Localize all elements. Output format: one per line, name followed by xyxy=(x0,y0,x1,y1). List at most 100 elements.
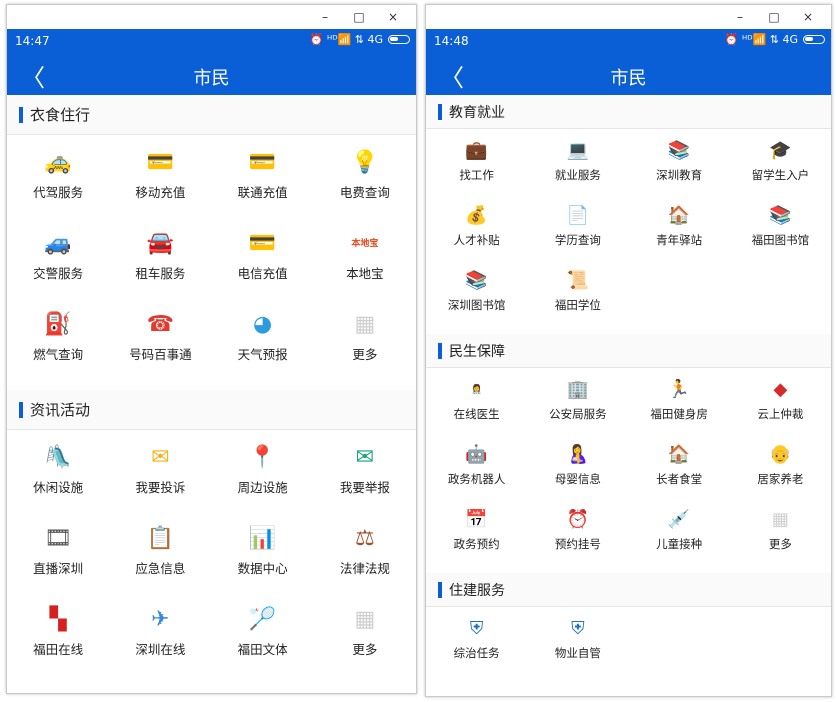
status-time: 14:47 xyxy=(15,34,50,48)
service-item[interactable]: 💰 人才补贴 xyxy=(426,194,527,259)
traffic-police-car-icon: 🚙 xyxy=(44,231,72,257)
section-gap xyxy=(426,563,831,573)
gas-icon: ⛽ xyxy=(44,312,72,338)
service-item[interactable]: ✉ 我要举报 xyxy=(314,430,416,511)
service-item[interactable]: 📜 福田学位 xyxy=(527,259,628,324)
rental-car-icon-glyph: 🚘 xyxy=(146,231,175,256)
service-label: 福田健身房 xyxy=(650,407,708,421)
service-item[interactable]: 🚘 租车服务 xyxy=(109,216,211,297)
service-item[interactable]: ⛨ 物业自管 xyxy=(527,607,628,672)
service-item[interactable]: 📚 深圳教育 xyxy=(629,129,730,194)
library-books-icon-glyph: 📚 xyxy=(769,205,792,226)
doctor-icon: 👩‍⚕ xyxy=(465,379,489,401)
service-item[interactable]: 🛝 休闲设施 xyxy=(7,430,109,511)
service-item[interactable]: 🤱 母婴信息 xyxy=(527,433,628,498)
service-item[interactable]: 📋 应急信息 xyxy=(109,511,211,592)
service-item[interactable]: ☎ 号码百事通 xyxy=(109,297,211,378)
bookshelf-icon: 📚 xyxy=(465,270,489,292)
close-button[interactable]: × xyxy=(791,8,825,26)
section-title: 资讯活动 xyxy=(30,401,91,419)
weather-icon-glyph: ◕ xyxy=(253,312,273,337)
close-button[interactable]: × xyxy=(376,8,410,26)
service-label: 燃气查询 xyxy=(33,347,84,362)
service-label: 留学生入户 xyxy=(751,168,810,182)
maximize-button[interactable]: □ xyxy=(757,8,791,26)
service-item[interactable]: ⚖ 法律法规 xyxy=(314,511,416,592)
running-person-icon: 🏃 xyxy=(667,379,691,401)
service-item[interactable]: 🎞 直播深圳 xyxy=(7,511,109,592)
doctor-icon-glyph: 👩‍⚕ xyxy=(471,384,483,395)
service-label: 联通充值 xyxy=(237,185,288,200)
service-item[interactable]: 💻 就业服务 xyxy=(527,129,628,194)
service-item[interactable]: 📄 学历查询 xyxy=(527,194,628,259)
service-label: 就业服务 xyxy=(554,168,601,182)
service-label: 福田图书馆 xyxy=(751,233,810,247)
right-window: – □ × 14:48 ⏰ ᴴᴰ📶 ⇅ 4G 〈 市民 教育就业 💼 找工作 💻 就业服… xyxy=(425,4,832,697)
service-item[interactable]: ✉ 我要投诉 xyxy=(109,430,211,511)
more-grid-icon-glyph: ▦ xyxy=(354,312,376,337)
service-item[interactable]: ▦ 更多 xyxy=(314,297,416,378)
service-item[interactable]: 🏠 长者食堂 xyxy=(629,433,730,498)
service-item[interactable]: ✈ 深圳在线 xyxy=(109,592,211,673)
futian-logo-icon-glyph: ▚ xyxy=(49,607,67,632)
mother-baby-icon-glyph: 🤱 xyxy=(566,444,590,465)
maximize-button[interactable]: □ xyxy=(342,8,376,26)
service-label: 政务预约 xyxy=(453,537,500,551)
service-item[interactable]: 💼 找工作 xyxy=(426,129,527,194)
clock-calendar-icon: ⏰ xyxy=(566,509,590,531)
page-title: 市民 xyxy=(610,68,647,89)
service-item[interactable]: 📚 深圳图书馆 xyxy=(426,259,527,324)
service-item[interactable]: ◆ 云上仲裁 xyxy=(730,368,831,433)
house-icon-glyph: 🏠 xyxy=(667,205,691,226)
data-chart-icon: 📊 xyxy=(249,526,277,552)
service-item[interactable]: 📍 周边设施 xyxy=(212,430,314,511)
minimize-button[interactable]: – xyxy=(308,8,342,26)
calendar-icon: 📅 xyxy=(465,509,489,531)
emergency-doc-icon-glyph: 📋 xyxy=(146,526,175,551)
service-item[interactable]: 💳 电信充值 xyxy=(212,216,314,297)
service-item[interactable]: 🚙 交警服务 xyxy=(7,216,109,297)
service-item[interactable]: 👩‍⚕ 在线医生 xyxy=(426,368,527,433)
service-grid: 🚕 代驾服务 💳 移动充值 💳 联通充值 💡 电费查询 🚙 交警服务 🚘 租车服务 💳 电信充值 本地宝 本地… xyxy=(7,135,416,378)
service-item[interactable]: 💉 儿童接种 xyxy=(629,498,730,563)
service-item[interactable]: ▦ 更多 xyxy=(730,498,831,563)
battery-icon xyxy=(388,35,410,44)
service-item[interactable]: 💡 电费查询 xyxy=(314,135,416,216)
service-item[interactable]: 📚 福田图书馆 xyxy=(730,194,831,259)
service-label: 本地宝 xyxy=(346,266,384,281)
service-item[interactable]: ◕ 天气预报 xyxy=(212,297,314,378)
service-item[interactable]: ▦ 更多 xyxy=(314,592,416,673)
service-item[interactable]: ▚ 福田在线 xyxy=(7,592,109,673)
minimize-button[interactable]: – xyxy=(723,8,757,26)
shenzhen-online-icon: ✈ xyxy=(146,607,174,633)
service-label: 居家养老 xyxy=(757,472,804,486)
mail-complaint-icon: ✉ xyxy=(146,445,174,471)
service-label: 综治任务 xyxy=(453,646,500,660)
service-item[interactable]: 🤖 政务机器人 xyxy=(426,433,527,498)
section-accent-bar xyxy=(438,103,442,120)
service-item[interactable]: ⛨ 综治任务 xyxy=(426,607,527,672)
light-bulb-icon-glyph: 💡 xyxy=(351,150,379,175)
computer-icon-glyph: 💻 xyxy=(566,140,590,161)
service-item[interactable]: 📊 数据中心 xyxy=(212,511,314,592)
service-item[interactable]: 本地宝 本地宝 xyxy=(314,216,416,297)
service-item[interactable]: 💳 联通充值 xyxy=(212,135,314,216)
service-grid: 👩‍⚕ 在线医生 🏢 公安局服务 🏃 福田健身房 ◆ 云上仲裁 🤖 政务机器人 🤱 母婴信息 🏠 长者食堂… xyxy=(426,368,831,563)
service-item[interactable]: 🎓 留学生入户 xyxy=(730,129,831,194)
service-item[interactable]: 🏃 福田健身房 xyxy=(629,368,730,433)
service-item[interactable]: 👴 居家养老 xyxy=(730,433,831,498)
briefcase-icon: 💼 xyxy=(465,140,489,162)
telecom-card-icon: 💳 xyxy=(249,231,277,257)
service-item[interactable]: 📅 政务预约 xyxy=(426,498,527,563)
service-item[interactable]: 🏸 福田文体 xyxy=(212,592,314,673)
service-item[interactable]: 🚕 代驾服务 xyxy=(7,135,109,216)
service-label: 号码百事通 xyxy=(129,347,192,362)
service-item[interactable]: 💳 移动充值 xyxy=(109,135,211,216)
content: 衣食住行 🚕 代驾服务 💳 移动充值 💳 联通充值 💡 电费查询 🚙 交警服务 🚘 租车服务 💳 电信充值 本… xyxy=(7,95,416,673)
service-item[interactable]: ⏰ 预约挂号 xyxy=(527,498,628,563)
service-item[interactable]: 🏠 青年驿站 xyxy=(629,194,730,259)
service-item[interactable]: ⛽ 燃气查询 xyxy=(7,297,109,378)
service-item[interactable]: 🏢 公安局服务 xyxy=(527,368,628,433)
status-time: 14:48 xyxy=(434,34,469,48)
light-bulb-icon: 💡 xyxy=(351,150,379,176)
